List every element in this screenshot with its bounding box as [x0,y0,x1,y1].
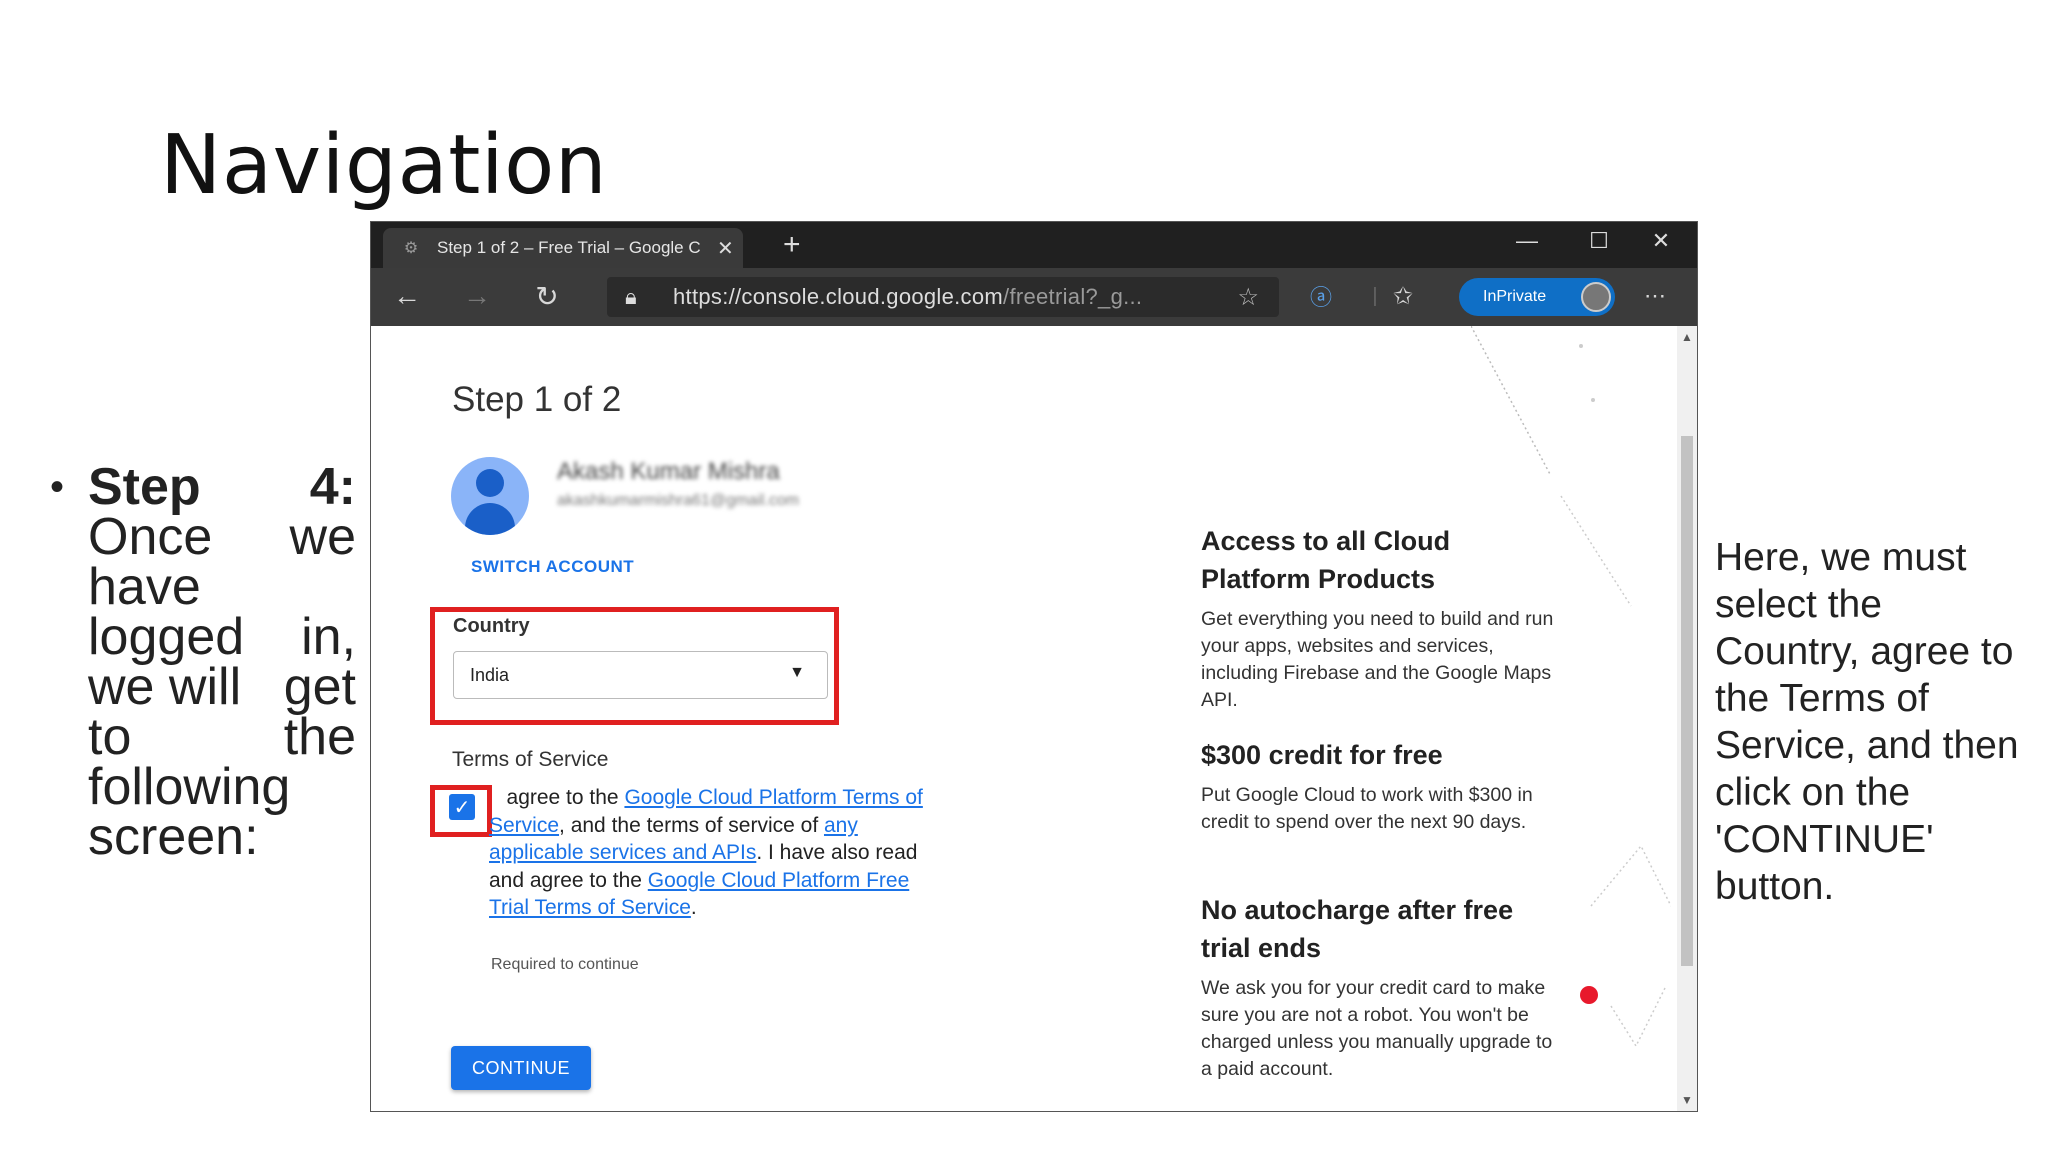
lock-icon: 🔒︎ [625,284,637,309]
bullet-line: following [88,758,356,816]
bullet-word: get [283,658,356,716]
slide-title: Navigation [160,118,608,213]
tab-favicon-icon: ⚙ [403,240,419,257]
promo-access: Access to all Cloud Platform Products Ge… [1201,522,1561,714]
promo-text: We ask you for your credit card to make … [1201,977,1553,1080]
browser-tab[interactable]: ⚙ Step 1 of 2 – Free Trial – Google C ✕ [383,228,743,268]
bullet-word: have [88,558,201,616]
promo-text: Get everything you need to build and run… [1201,608,1554,711]
browser-toolbar: ← → ↻ 🔒︎ https://console.cloud.google.co… [371,268,1697,326]
close-window-button[interactable]: ✕ [1641,228,1681,254]
bullet-word: in, [301,608,356,666]
favorites-icon[interactable]: ✩ [1385,278,1421,314]
minimize-button[interactable]: — [1507,228,1547,254]
bullet-word: to [88,708,132,766]
side-note: Here, we must select the Country, agree … [1715,536,2019,908]
switch-account-link[interactable]: SWITCH ACCOUNT [471,557,634,577]
tos-text-2: , and the terms of service of [559,813,824,837]
bullet-line: we will get [88,658,356,716]
account-email: akashkumarmishra61@gmail.com [557,492,800,509]
url-main: https://console.cloud.google.com [673,284,1004,309]
dropdown-arrow-icon: ▼ [789,664,805,681]
bullet-word: screen: [88,808,259,866]
promo-text: Put Google Cloud to work with $300 in cr… [1201,784,1533,833]
bullet-word: following [88,758,291,816]
account-avatar [451,457,529,535]
bullet-text: Step 4: Once we have logged in, we will get to the… [88,458,356,866]
bullet-line: have [88,558,356,616]
bullet-line: Step 4: [88,458,356,516]
bullet-word: the [283,708,356,766]
bullet-dot: • [50,465,65,509]
country-label: Country [453,615,530,637]
new-tab-button[interactable]: + [783,228,801,262]
maximize-button[interactable]: ☐ [1579,228,1619,254]
terms-of-service-label: Terms of Service [452,748,609,771]
country-select[interactable]: India ▼ [453,651,828,699]
favorite-star-icon[interactable]: ☆ [1237,283,1259,312]
title-bar: ⚙ Step 1 of 2 – Free Trial – Google C ✕ … [371,222,1697,268]
scroll-up-icon[interactable]: ▲ [1681,330,1693,344]
bullet-word: 4: [309,458,356,516]
tab-title: Step 1 of 2 – Free Trial – Google C [437,238,701,257]
back-icon[interactable]: ← [389,278,425,314]
url-rest: /freetrial?_g... [1003,284,1143,309]
vertical-scrollbar[interactable]: ▲ ▼ [1677,326,1697,1111]
more-menu-icon[interactable]: ⋯ [1637,278,1673,314]
agree-checkbox[interactable]: ✓ [449,794,475,820]
promo-title: $300 credit for free [1201,740,1443,770]
bullet-word: Once [88,508,213,566]
continue-button[interactable]: CONTINUE [451,1046,591,1090]
refresh-icon[interactable]: ↻ [529,278,565,314]
inprivate-button[interactable]: InPrivate [1459,278,1615,316]
inprivate-label: InPrivate [1483,288,1547,305]
tos-text-4: . [690,896,697,919]
scroll-down-icon[interactable]: ▼ [1681,1093,1693,1107]
bullet-word: we [289,508,356,566]
account-name: Akash Kumar Mishra [557,458,780,485]
profile-avatar-icon [1581,282,1611,312]
promo-no-autocharge: No autocharge after free trial ends We a… [1201,891,1561,1083]
page-content: Step 1 of 2 Akash Kumar Mishra akashkuma… [371,326,1677,1111]
address-bar[interactable]: 🔒︎ https://console.cloud.google.com/free… [607,277,1279,317]
country-value: India [470,664,510,685]
bullet-line: screen: [88,808,356,866]
extension-icon[interactable]: ⓐ [1303,278,1339,314]
tab-close-icon[interactable]: ✕ [717,236,734,261]
step-title: Step 1 of 2 [452,380,622,419]
browser-window: ⚙ Step 1 of 2 – Free Trial – Google C ✕ … [370,221,1698,1112]
bullet-word: we will [88,658,242,716]
url-text: https://console.cloud.google.com/freetri… [673,284,1203,310]
required-note: Required to continue [491,956,639,973]
bullet-word: Step [88,458,201,516]
promo-credit: $300 credit for free Put Google Cloud to… [1201,736,1561,836]
tos-text-1: agree to the [506,786,625,809]
promo-title: No autocharge after free trial ends [1201,895,1514,963]
promo-title: Access to all Cloud Platform Products [1201,526,1451,594]
terms-agreement-text: agree to the Google Cloud Platform Terms… [489,784,929,922]
bullet-word: logged [88,608,245,666]
scrollbar-thumb[interactable] [1681,436,1693,966]
bullet-line: Once we [88,508,356,566]
bullet-line: logged in, [88,608,356,666]
bullet-line: to the [88,708,356,766]
forward-icon[interactable]: → [459,278,495,314]
